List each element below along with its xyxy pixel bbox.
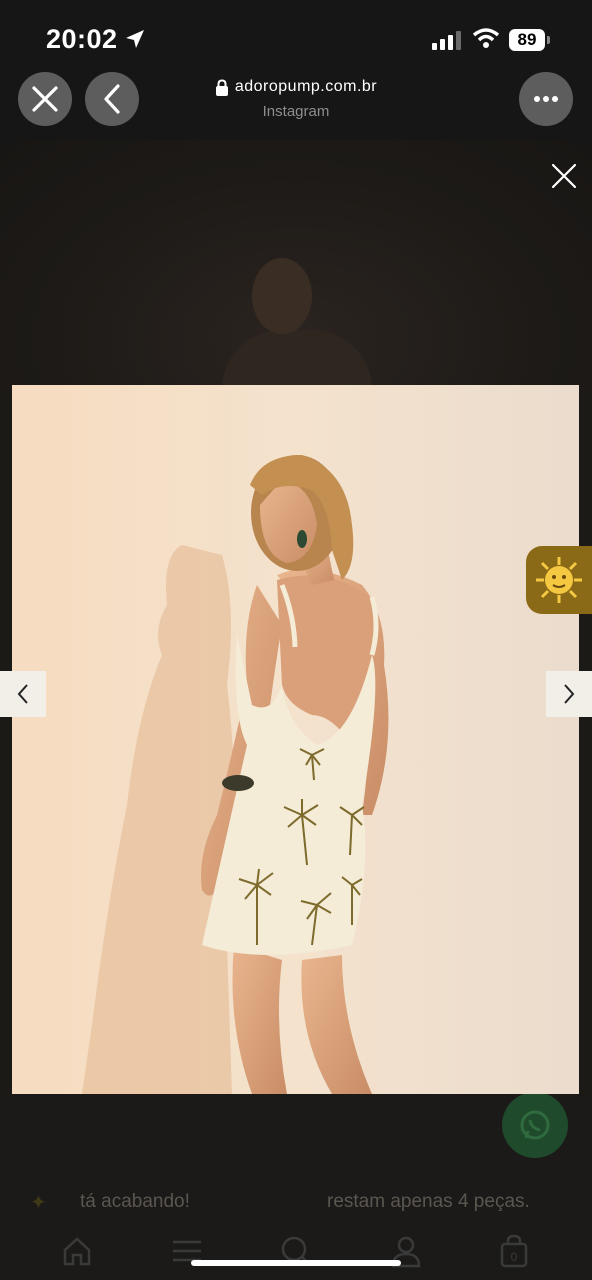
source-app-label: Instagram xyxy=(262,102,330,120)
chevron-left-icon xyxy=(104,84,120,114)
background-figure-head xyxy=(252,258,312,334)
wifi-icon xyxy=(472,28,500,48)
background-figure xyxy=(222,330,372,390)
status-bar: 20:02 89 xyxy=(0,0,592,70)
background-hero-image xyxy=(0,140,592,390)
more-icon xyxy=(534,96,558,102)
bag-icon: 0 xyxy=(500,1234,528,1268)
battery-tip xyxy=(547,36,550,44)
whatsapp-button[interactable] xyxy=(502,1092,568,1158)
browser-header: adoropump.com.br Instagram xyxy=(0,70,592,140)
home-indicator xyxy=(191,1260,401,1266)
sparkle-icon: ✦ xyxy=(30,1192,47,1214)
clock: 20:02 xyxy=(46,24,118,54)
back-button[interactable] xyxy=(85,72,139,126)
promo-right-text: restam apenas 4 peças. xyxy=(327,1191,530,1212)
battery-indicator: 89 xyxy=(509,29,545,51)
lightbox-close-button[interactable] xyxy=(550,162,578,190)
nav-home[interactable] xyxy=(60,1234,94,1268)
chevron-right-icon xyxy=(564,684,575,704)
product-image xyxy=(12,385,579,1094)
home-icon xyxy=(63,1237,91,1266)
signal-icon xyxy=(432,31,461,50)
close-browser-button[interactable] xyxy=(18,72,72,126)
address-bar[interactable]: adoropump.com.br Instagram xyxy=(196,78,396,120)
cart-count: 0 xyxy=(511,1250,518,1264)
nav-cart[interactable]: 0 xyxy=(497,1234,531,1268)
url-text: adoropump.com.br xyxy=(234,78,378,95)
next-image-button[interactable] xyxy=(546,671,592,717)
more-options-button[interactable] xyxy=(519,72,573,126)
chevron-left-icon xyxy=(17,684,28,704)
promo-left-text: tá acabando! xyxy=(80,1191,190,1212)
lock-icon xyxy=(215,78,228,96)
location-arrow-icon xyxy=(126,30,144,48)
bottom-nav: 0 xyxy=(0,1226,592,1280)
sun-widget-button[interactable] xyxy=(526,546,592,614)
product-photo xyxy=(12,385,579,1094)
whatsapp-icon xyxy=(520,1110,550,1140)
sun-icon xyxy=(536,557,582,603)
close-icon xyxy=(32,86,58,112)
prev-image-button[interactable] xyxy=(0,671,46,717)
promo-bar: ✦ tá acabando! restam apenas 4 peças. xyxy=(0,1180,592,1224)
